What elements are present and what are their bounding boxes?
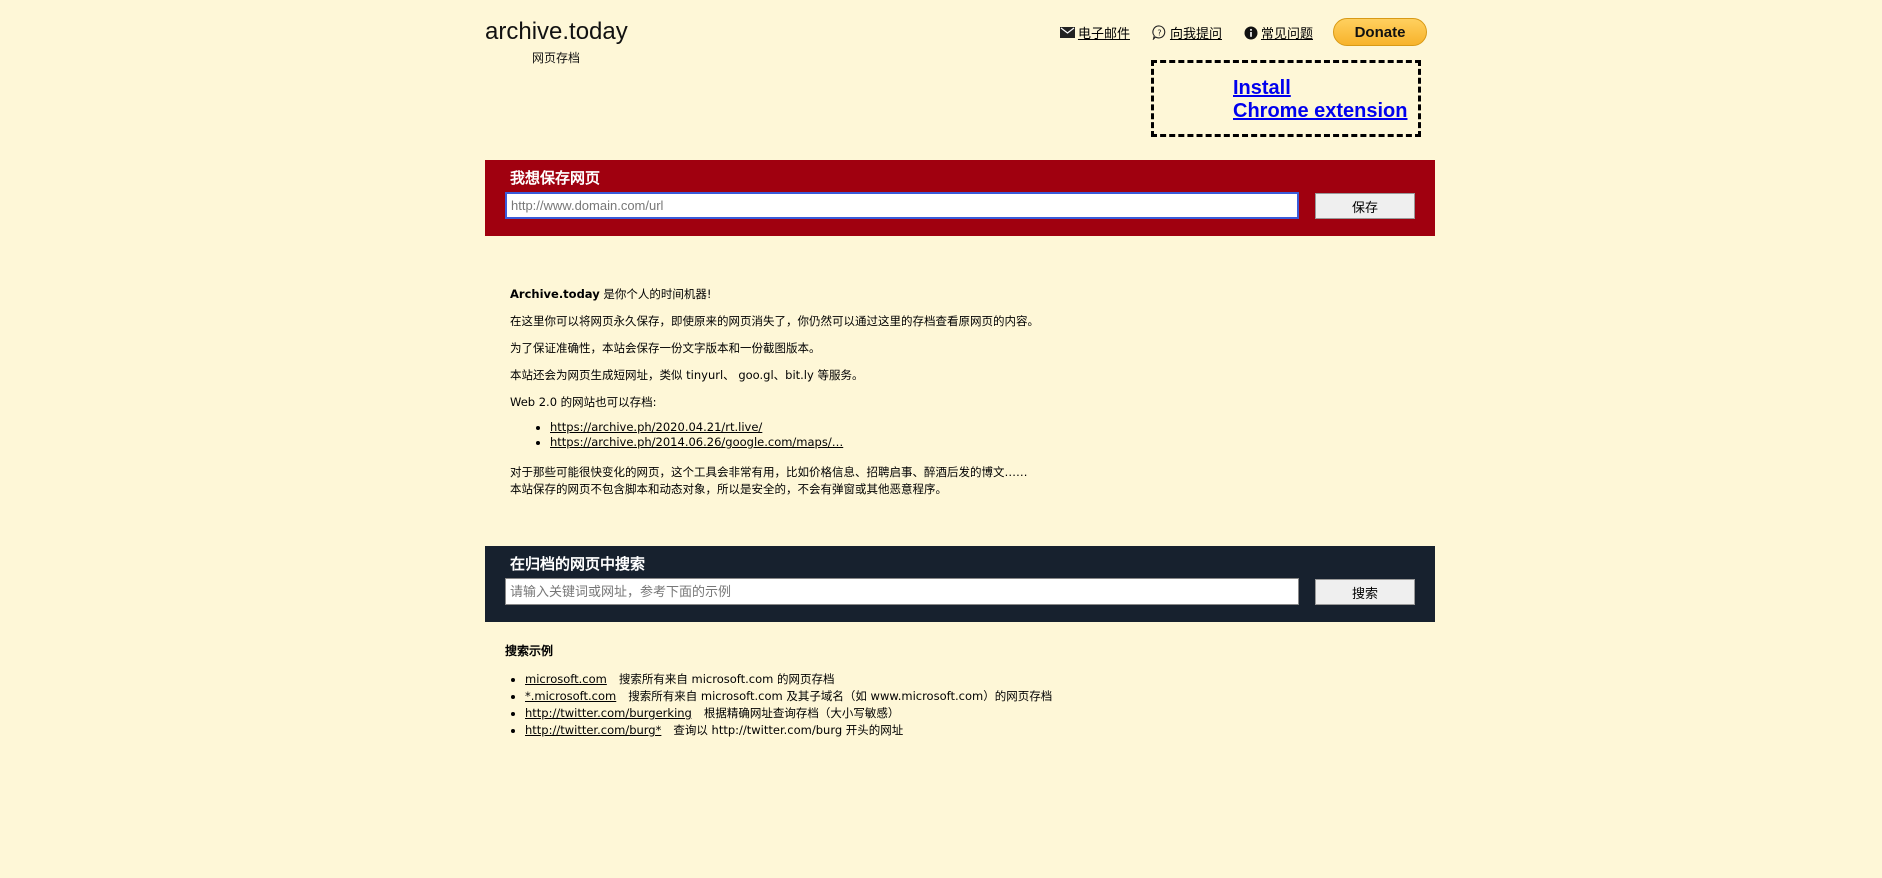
- search-example-link[interactable]: *.microsoft.com: [525, 689, 616, 703]
- top-links: 电子邮件 ? 向我提问 常见问题: [1059, 23, 1313, 42]
- about-line: 本站还会为网页生成短网址，类似 tinyurl、 goo.gl、bit.ly 等…: [510, 368, 864, 382]
- search-example-desc: 搜索所有来自 microsoft.com 及其子域名（如 www.microso…: [628, 689, 1053, 703]
- url-input[interactable]: [505, 192, 1299, 219]
- search-example-link[interactable]: http://twitter.com/burg*: [525, 723, 661, 737]
- search-example-desc: 查询以 http://twitter.com/burg 开头的网址: [673, 723, 904, 737]
- about-line: 为了保证准确性，本站会保存一份文字版本和一份截图版本。: [510, 341, 821, 355]
- search-example-desc: 搜索所有来自 microsoft.com 的网页存档: [618, 672, 835, 686]
- site-title[interactable]: archive.today: [485, 18, 628, 46]
- install-extension-line1: Install: [1233, 77, 1291, 99]
- svg-text:?: ?: [1157, 29, 1161, 38]
- about-intro: Archive.today 是你个人的时间机器!: [510, 281, 1039, 308]
- archive-example-link[interactable]: https://archive.ph/2014.06.26/google.com…: [550, 435, 843, 449]
- chrome-extension-box: Install Chrome extension: [1151, 60, 1421, 137]
- install-extension-line2: Chrome extension: [1233, 100, 1408, 122]
- search-panel-title: 在归档的网页中搜索: [510, 555, 646, 573]
- ask-question-link[interactable]: ? 向我提问: [1152, 23, 1222, 42]
- install-extension-link[interactable]: Install Chrome extension: [1233, 77, 1407, 123]
- page-container: archive.today 网页存档 电子邮件 ? 向我提问 常见问题 Dona…: [485, 0, 1435, 878]
- question-bubble-icon: ?: [1152, 25, 1166, 40]
- search-archive-panel: 在归档的网页中搜索 搜索: [485, 546, 1435, 622]
- search-examples: 搜索示例 microsoft.com 搜索所有来自 microsoft.com 的…: [505, 642, 1052, 739]
- about-line: 在这里你可以将网页永久保存，即使原来的网页消失了，你仍然可以通过这里的存档查看原…: [510, 314, 1039, 328]
- email-link-label: 电子邮件: [1077, 27, 1130, 42]
- search-example-link[interactable]: microsoft.com: [525, 672, 607, 686]
- search-example-desc: 根据精确网址查询存档（大小写敏感）: [703, 706, 900, 720]
- faq-link[interactable]: 常见问题: [1244, 23, 1313, 42]
- about-brand: Archive.today: [510, 287, 600, 301]
- archive-example-link[interactable]: https://archive.ph/2020.04.21/rt.live/: [550, 420, 762, 434]
- email-link[interactable]: 电子邮件: [1059, 23, 1130, 42]
- about-tail: 对于那些可能很快变化的网页，这个工具会非常有用，比如价格信息、招聘启事、醉酒后发…: [510, 465, 1028, 479]
- about-line: Web 2.0 的网站也可以存档:: [510, 395, 657, 409]
- ask-question-label: 向我提问: [1169, 27, 1222, 42]
- save-page-panel: 我想保存网页 保存: [485, 160, 1435, 236]
- list-item: https://archive.ph/2014.06.26/google.com…: [550, 435, 1039, 450]
- list-item: https://archive.ph/2020.04.21/rt.live/: [550, 420, 1039, 435]
- donate-button[interactable]: Donate: [1333, 18, 1427, 46]
- save-button[interactable]: 保存: [1315, 193, 1415, 219]
- envelope-icon: [1059, 27, 1075, 38]
- about-tail: 本站保存的网页不包含脚本和动态对象，所以是安全的，不会有弹窗或其他恶意程序。: [510, 482, 947, 496]
- site-subtitle: 网页存档: [532, 51, 581, 65]
- search-examples-list: microsoft.com搜索所有来自 microsoft.com 的网页存档 …: [505, 671, 1052, 739]
- list-item: http://twitter.com/burg* 查询以 http://twitt…: [525, 722, 1052, 739]
- save-panel-title: 我想保存网页: [510, 169, 601, 187]
- search-examples-heading: 搜索示例: [505, 644, 554, 658]
- list-item: *.microsoft.com 搜索所有来自 microsoft.com 及其子域…: [525, 688, 1052, 705]
- faq-label: 常见问题: [1260, 27, 1313, 42]
- list-item: http://twitter.com/burgerking 根据精确网址查询存档（…: [525, 705, 1052, 722]
- about-intro-text: 是你个人的时间机器!: [599, 287, 712, 301]
- list-item: microsoft.com 搜索所有来自 microsoft.com 的网页存档: [525, 671, 1052, 688]
- search-example-link[interactable]: http://twitter.com/burgerking: [525, 706, 692, 720]
- search-button[interactable]: 搜索: [1315, 579, 1415, 605]
- about-section: Archive.today 是你个人的时间机器! 在这里你可以将网页永久保存，即…: [510, 281, 1039, 498]
- archive-example-list: https://archive.ph/2020.04.21/rt.live/ h…: [510, 416, 1039, 464]
- search-input[interactable]: [505, 578, 1299, 605]
- info-icon: [1244, 26, 1258, 39]
